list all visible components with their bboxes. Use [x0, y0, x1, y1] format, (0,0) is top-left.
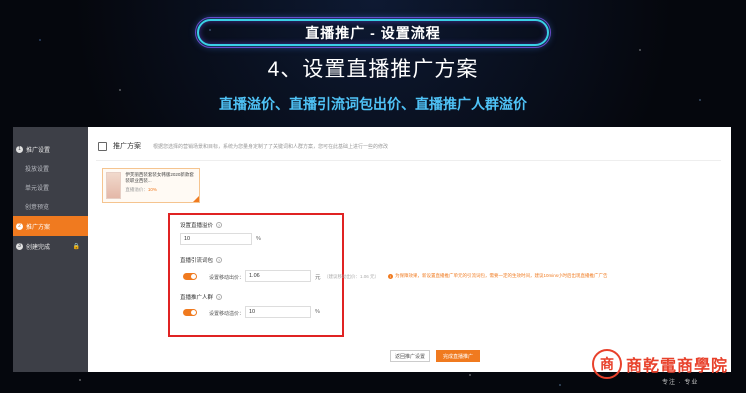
product-info: 伊芙丽西装套装女韩版2020新款套装职业西装... 直播溢价：10%: [125, 172, 196, 199]
keyword-pack-suggestion: （建议移动出价：1.06 元）: [324, 274, 380, 279]
keyword-pack-unit: 元: [315, 275, 321, 281]
logo-text: 商乾電商學院: [626, 356, 729, 375]
help-icon[interactable]: ?: [216, 294, 223, 300]
product-name: 伊芙丽西装套装女韩版2020新款套装职业西装...: [125, 172, 194, 183]
crowd-label-text: 直播推广人群: [180, 295, 214, 301]
product-thumbnail: [106, 172, 122, 199]
crowd-unit: %: [315, 309, 320, 315]
sidebar-item-unit-settings[interactable]: 单元设置: [13, 178, 88, 197]
logo-mark: 商: [592, 349, 622, 379]
app-screenshot-panel: 1 推广设置 投放设置 单元设置 创意预览 2 推广方案 3 创建完成 🔒 推广…: [13, 127, 731, 372]
step-3-badge: 3: [16, 242, 23, 250]
step-2-badge: 2: [16, 222, 23, 230]
academy-logo: 商 商乾電商學院 专注 · 专业: [592, 338, 742, 390]
help-icon[interactable]: ?: [216, 222, 223, 228]
back-to-settings-button[interactable]: 返回推广设置: [390, 350, 430, 362]
product-bid: 直播溢价：10%: [125, 187, 196, 193]
selected-corner-mark: [193, 196, 199, 202]
keyword-pack-warning-text: 为保障效果，新设置直播推广单元的引流词包，需要一定的生效时间，建议10mins小…: [395, 273, 608, 278]
sidebar-item-promotion-settings[interactable]: 1 推广设置: [13, 139, 88, 159]
section-title: 推广方案: [113, 143, 141, 150]
main-content: 推广方案 根据您选择的营销场景和目标，系统为您量身定制了了关键词和人群方案，您可…: [88, 127, 731, 372]
divider: [96, 160, 721, 161]
crowd-label: 直播推广人群 ?: [180, 293, 223, 301]
keyword-pack-label: 直播引流词包 ?: [180, 256, 223, 264]
keyword-pack-bid-label: 设置移动出价：: [209, 275, 245, 281]
live-premium-input[interactable]: 10: [180, 233, 252, 245]
sidebar-item-label: 推广设置: [26, 147, 51, 154]
keyword-pack-bid-input[interactable]: 1.06: [245, 270, 311, 282]
sidebar-item-creative-preview[interactable]: 创意预览: [13, 197, 88, 216]
crowd-bid-input[interactable]: 10: [245, 306, 311, 318]
banner-subtitle: 直播溢价、直播引流词包出价、直播推广人群溢价: [219, 96, 527, 112]
product-card[interactable]: 伊芙丽西装套装女韩版2020新款套装职业西装... 直播溢价：10%: [102, 168, 200, 203]
sidebar-item-label: 推广方案: [26, 224, 51, 231]
crowd-toggle[interactable]: [183, 309, 197, 316]
banner-title: 直播推广 - 设置流程: [195, 17, 551, 48]
sidebar-item-label: 创建完成: [26, 244, 51, 251]
sidebar-item-creation-complete[interactable]: 3 创建完成 🔒: [13, 236, 88, 256]
logo-tagline: 专注 · 专业: [662, 380, 699, 386]
product-bid-label: 直播溢价：: [125, 187, 148, 192]
finish-live-promotion-button[interactable]: 完成直播推广: [436, 350, 480, 362]
keyword-pack-toggle[interactable]: [183, 273, 197, 280]
keyword-pack-label-text: 直播引流词包: [180, 258, 214, 264]
warning-icon: !: [388, 273, 393, 279]
sidebar-item-promotion-plan[interactable]: 2 推广方案: [13, 216, 88, 236]
sidebar-item-delivery-settings[interactable]: 投放设置: [13, 159, 88, 178]
section-description: 根据您选择的营销场景和目标，系统为您量身定制了了关键词和人群方案，您可在此基础上…: [153, 143, 389, 150]
sidebar: 1 推广设置 投放设置 单元设置 创意预览 2 推广方案 3 创建完成 🔒: [13, 127, 88, 372]
section-header: 推广方案 根据您选择的营销场景和目标，系统为您量身定制了了关键词和人群方案，您可…: [98, 141, 388, 151]
live-premium-label: 设置直播溢价 ?: [180, 221, 223, 229]
live-premium-unit: %: [256, 236, 261, 242]
step-1-badge: 1: [16, 145, 23, 153]
keyword-pack-warning: ! 为保障效果，新设置直播推广单元的引流词包，需要一定的生效时间，建议10min…: [388, 273, 608, 279]
help-icon[interactable]: ?: [216, 257, 223, 263]
crowd-bid-label: 设置移动溢价：: [209, 311, 245, 317]
live-premium-label-text: 设置直播溢价: [180, 223, 214, 229]
lock-icon: 🔒: [72, 243, 80, 250]
product-bid-value: 10%: [147, 187, 157, 192]
step-title: 4、设置直播推广方案: [267, 58, 479, 81]
plan-icon: [98, 141, 107, 151]
